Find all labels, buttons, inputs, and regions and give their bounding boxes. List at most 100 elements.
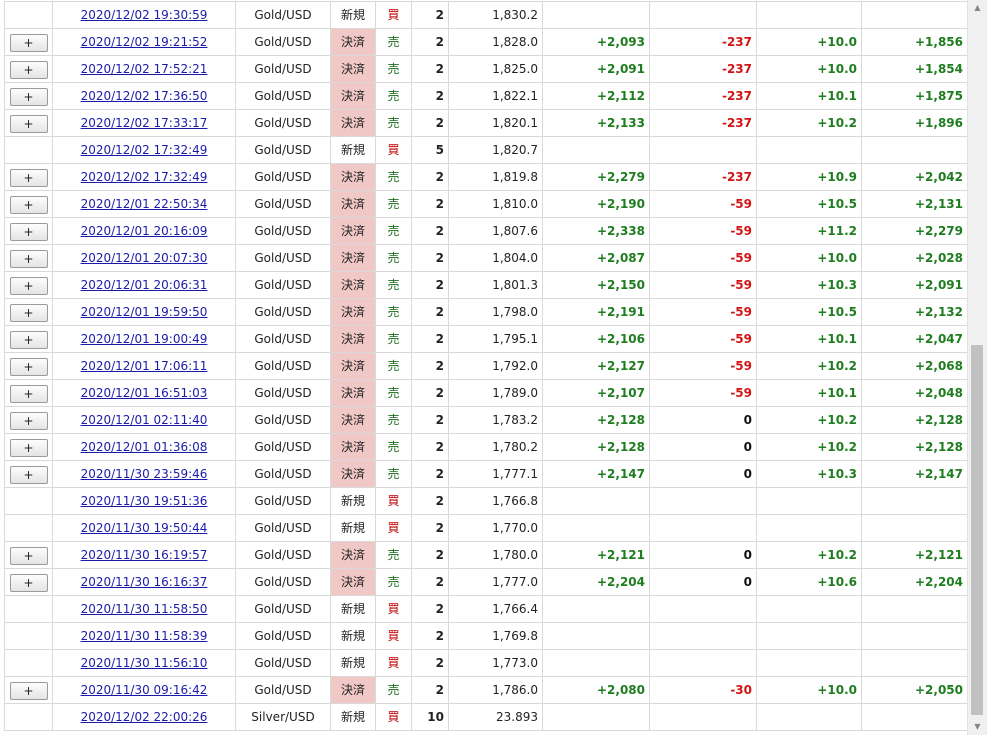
symbol-cell: Gold/USD xyxy=(235,271,331,299)
price-cell: 1,820.7 xyxy=(448,136,543,164)
trade-time-link[interactable]: 2020/12/01 20:07:30 xyxy=(81,251,208,265)
trade-time-link[interactable]: 2020/12/02 17:32:49 xyxy=(81,170,208,184)
side-cell: 売 xyxy=(375,163,412,191)
value-cell-pl4: +2,131 xyxy=(861,190,967,218)
expand-button[interactable]: + xyxy=(9,303,48,322)
side-cell: 買 xyxy=(375,622,412,650)
expand-button[interactable]: + xyxy=(9,357,48,376)
quantity-cell: 10 xyxy=(411,703,449,731)
trade-time-link[interactable]: 2020/11/30 16:16:37 xyxy=(81,575,208,589)
quantity-cell: 2 xyxy=(411,379,449,407)
expand-button[interactable]: + xyxy=(9,60,48,79)
value-cell-pl2 xyxy=(649,136,757,164)
value-cell-pl2: 0 xyxy=(649,406,757,434)
expand-button[interactable]: + xyxy=(9,168,48,187)
order-type-cell: 決済 xyxy=(330,541,376,569)
expand-button[interactable]: + xyxy=(9,465,48,484)
trade-time-cell: 2020/12/02 17:52:21 xyxy=(52,55,236,83)
table-row: 2020/11/30 11:58:50 Gold/USD 新規買 2 1,766.4 xyxy=(4,595,967,623)
trade-time-link[interactable]: 2020/11/30 23:59:46 xyxy=(81,467,208,481)
expand-button[interactable]: + xyxy=(9,33,48,52)
value-cell-pl3 xyxy=(756,622,862,650)
trade-time-cell: 2020/12/02 17:33:17 xyxy=(52,109,236,137)
side-cell: 売 xyxy=(375,244,412,272)
expand-cell: + xyxy=(4,55,53,83)
trade-time-link[interactable]: 2020/11/30 11:58:50 xyxy=(81,602,208,616)
trade-time-link[interactable]: 2020/12/01 22:50:34 xyxy=(81,197,208,211)
table-row: +2020/12/01 16:51:03 Gold/USD 決済売 2 1,789.0 +… xyxy=(4,379,967,407)
vertical-scrollbar[interactable]: ▲ ▼ xyxy=(967,0,987,735)
expand-button[interactable]: + xyxy=(9,411,48,430)
value-cell-pl3: +10.1 xyxy=(756,82,862,110)
trade-time-link[interactable]: 2020/11/30 19:51:36 xyxy=(81,494,208,508)
expand-button[interactable]: + xyxy=(9,330,48,349)
expand-button[interactable]: + xyxy=(9,87,48,106)
expand-button[interactable]: + xyxy=(9,276,48,295)
trade-time-link[interactable]: 2020/11/30 16:19:57 xyxy=(81,548,208,562)
trade-time-link[interactable]: 2020/11/30 11:56:10 xyxy=(81,656,208,670)
side-cell: 買 xyxy=(375,136,412,164)
order-type-cell: 決済 xyxy=(330,244,376,272)
trade-time-link[interactable]: 2020/12/01 17:06:11 xyxy=(81,359,208,373)
value-cell-pl3 xyxy=(756,1,862,29)
trade-time-link[interactable]: 2020/12/02 17:33:17 xyxy=(81,116,208,130)
table-row: +2020/12/01 19:59:50 Gold/USD 決済売 2 1,798.0 +… xyxy=(4,298,967,326)
trade-time-link[interactable]: 2020/12/01 19:00:49 xyxy=(81,332,208,346)
expand-button[interactable]: + xyxy=(9,438,48,457)
price-cell: 1,789.0 xyxy=(448,379,543,407)
trade-time-cell: 2020/11/30 09:16:42 xyxy=(52,676,236,704)
expand-cell: + xyxy=(4,379,53,407)
trade-time-cell: 2020/11/30 16:19:57 xyxy=(52,541,236,569)
trade-time-link[interactable]: 2020/12/01 20:16:09 xyxy=(81,224,208,238)
value-cell-pl3 xyxy=(756,703,862,731)
trade-time-link[interactable]: 2020/12/02 17:36:50 xyxy=(81,89,208,103)
expand-cell: + xyxy=(4,190,53,218)
expand-button[interactable]: + xyxy=(9,114,48,133)
trade-time-link[interactable]: 2020/12/02 19:21:52 xyxy=(81,35,208,49)
side-cell: 買 xyxy=(375,487,412,515)
table-row: +2020/12/01 01:36:08 Gold/USD 決済売 2 1,780.2 +… xyxy=(4,433,967,461)
scroll-up-arrow-icon[interactable]: ▲ xyxy=(968,0,987,16)
scroll-down-arrow-icon[interactable]: ▼ xyxy=(968,719,987,735)
value-cell-pl2: 0 xyxy=(649,541,757,569)
value-cell-pl2: -237 xyxy=(649,163,757,191)
trade-time-link[interactable]: 2020/12/01 20:06:31 xyxy=(81,278,208,292)
symbol-cell: Gold/USD xyxy=(235,244,331,272)
expand-cell xyxy=(4,514,53,542)
trade-time-link[interactable]: 2020/11/30 11:58:39 xyxy=(81,629,208,643)
side-cell: 売 xyxy=(375,541,412,569)
trade-time-link[interactable]: 2020/12/01 02:11:40 xyxy=(81,413,208,427)
trade-time-link[interactable]: 2020/12/01 01:36:08 xyxy=(81,440,208,454)
value-cell-pl2: -59 xyxy=(649,271,757,299)
trade-time-link[interactable]: 2020/12/01 19:59:50 xyxy=(81,305,208,319)
trade-time-link[interactable]: 2020/11/30 09:16:42 xyxy=(81,683,208,697)
trade-time-link[interactable]: 2020/12/02 17:32:49 xyxy=(81,143,208,157)
expand-button[interactable]: + xyxy=(9,249,48,268)
price-cell: 1,807.6 xyxy=(448,217,543,245)
quantity-cell: 2 xyxy=(411,595,449,623)
value-cell-pl4 xyxy=(861,595,967,623)
trade-time-cell: 2020/12/01 19:00:49 xyxy=(52,325,236,353)
trade-time-link[interactable]: 2020/12/02 22:00:26 xyxy=(81,710,208,724)
trade-time-link[interactable]: 2020/11/30 19:50:44 xyxy=(81,521,208,535)
trade-time-link[interactable]: 2020/12/01 16:51:03 xyxy=(81,386,208,400)
expand-button[interactable]: + xyxy=(9,546,48,565)
expand-button[interactable]: + xyxy=(9,195,48,214)
symbol-cell: Gold/USD xyxy=(235,487,331,515)
trade-time-link[interactable]: 2020/12/02 19:30:59 xyxy=(81,8,208,22)
value-cell-pl4 xyxy=(861,649,967,677)
expand-button[interactable]: + xyxy=(9,681,48,700)
quantity-cell: 2 xyxy=(411,325,449,353)
scroll-thumb[interactable] xyxy=(971,345,983,715)
symbol-cell: Gold/USD xyxy=(235,676,331,704)
symbol-cell: Gold/USD xyxy=(235,568,331,596)
value-cell-pl4: +2,204 xyxy=(861,568,967,596)
expand-button[interactable]: + xyxy=(9,222,48,241)
quantity-cell: 2 xyxy=(411,487,449,515)
expand-button[interactable]: + xyxy=(9,573,48,592)
trade-time-link[interactable]: 2020/12/02 17:52:21 xyxy=(81,62,208,76)
table-row: +2020/11/30 23:59:46 Gold/USD 決済売 2 1,777.1 +… xyxy=(4,460,967,488)
value-cell-pl1: +2,150 xyxy=(542,271,650,299)
price-cell: 1,773.0 xyxy=(448,649,543,677)
expand-button[interactable]: + xyxy=(9,384,48,403)
